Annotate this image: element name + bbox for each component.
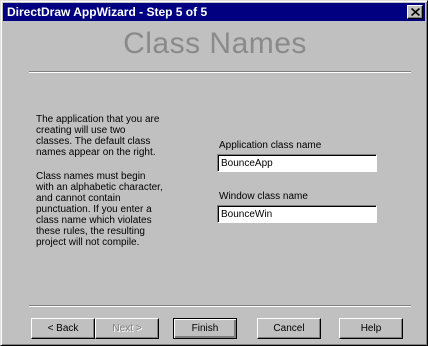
window-class-label: Window class name xyxy=(219,191,308,202)
top-divider xyxy=(29,71,411,73)
back-button[interactable]: < Back xyxy=(31,318,95,339)
app-class-input[interactable] xyxy=(217,154,377,172)
finish-button[interactable]: Finish xyxy=(173,318,237,339)
window-class-input[interactable] xyxy=(217,205,377,223)
wizard-dialog: DirectDraw AppWizard - Step 5 of 5 Class… xyxy=(0,0,428,346)
window-title: DirectDraw AppWizard - Step 5 of 5 xyxy=(7,5,208,19)
rules-text: Class names must begin with an alphabeti… xyxy=(36,171,163,248)
help-button[interactable]: Help xyxy=(339,318,403,339)
close-icon xyxy=(411,8,420,16)
close-button[interactable] xyxy=(407,5,423,19)
bottom-divider xyxy=(29,305,411,307)
next-button[interactable]: Next > xyxy=(95,318,159,339)
page-title: Class Names xyxy=(123,27,307,60)
cancel-button[interactable]: Cancel xyxy=(257,318,321,339)
app-class-label: Application class name xyxy=(219,140,322,151)
title-bar[interactable]: DirectDraw AppWizard - Step 5 of 5 xyxy=(3,3,425,21)
intro-text: The application that you are creating wi… xyxy=(36,114,160,158)
